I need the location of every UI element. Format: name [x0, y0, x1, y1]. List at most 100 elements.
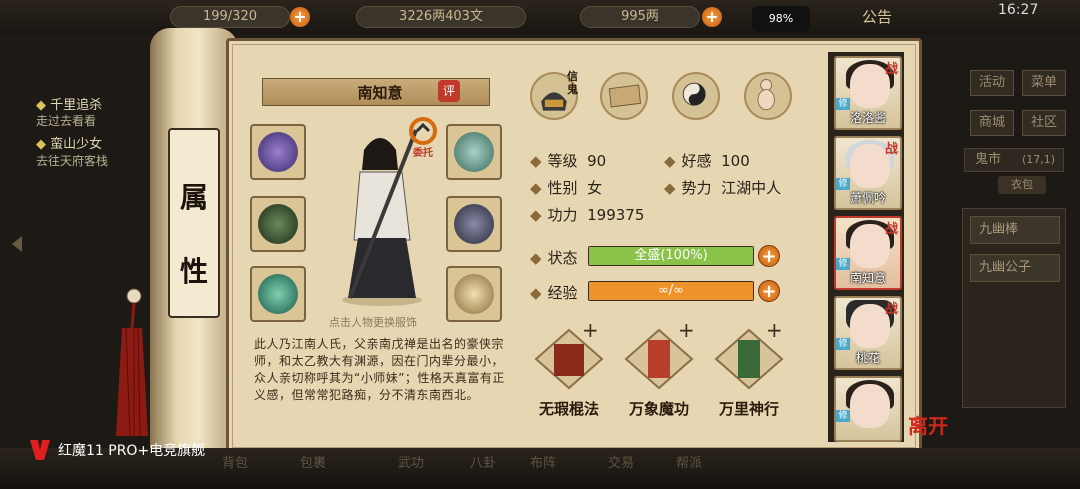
battle-tag: 战	[884, 142, 898, 157]
quest-1-title[interactable]: ◆ 千里追杀	[36, 94, 102, 113]
skill-1-upgrade-button[interactable]: +	[582, 318, 599, 342]
stat-faction-value: 江湖中人	[721, 179, 782, 197]
menu-button[interactable]: 菜单	[1022, 70, 1066, 96]
party-member-name: 萧佩吟	[849, 191, 886, 205]
stat-exp-label-text: 经验	[547, 284, 578, 302]
delegate-icon[interactable]	[408, 116, 438, 146]
restore-state-button[interactable]: +	[758, 245, 780, 267]
party-member-name: 洛洛酱	[849, 111, 886, 125]
stat-gender: ◆ 性别 女	[530, 177, 602, 198]
bottom-tab-7[interactable]: 帮派	[676, 452, 702, 471]
bottom-tab-6[interactable]: 交易	[608, 452, 634, 471]
armor-icon	[454, 204, 494, 244]
bottom-tab-1[interactable]: 背包	[222, 452, 248, 471]
stat-favor-label: 好感	[681, 152, 712, 170]
bag-label[interactable]: 衣包	[998, 176, 1046, 194]
party-member-3[interactable]: 战 修 南知意	[834, 216, 902, 290]
bottom-tab-5[interactable]: 布阵	[530, 452, 556, 471]
diamond-icon: ◆	[530, 152, 542, 170]
diamond-icon: ◆	[664, 179, 676, 197]
bottom-tab-3[interactable]: 武功	[398, 452, 424, 471]
equip-slot-hat[interactable]	[446, 124, 502, 180]
bagua-icon[interactable]	[672, 72, 720, 120]
exp-bar: ∞/∞	[588, 281, 754, 301]
stat-gender-label: 性别	[547, 179, 578, 197]
announcement-button[interactable]: 公告	[862, 6, 892, 27]
resource-money: 3226两403文	[356, 6, 526, 28]
diamond-icon: ◆	[530, 179, 542, 197]
hat-icon	[454, 132, 494, 172]
delegate-label: 委托	[413, 148, 433, 159]
bottom-tab-2[interactable]: 包裹	[300, 452, 326, 471]
cultivate-tag: 修	[836, 410, 850, 422]
battery-value: 98%	[768, 12, 794, 25]
stat-level-value: 90	[587, 152, 607, 170]
collapse-arrow-icon[interactable]	[12, 236, 22, 252]
state-bar-text: 全盛(100%)	[634, 248, 708, 263]
party-member-name: 桃花	[855, 351, 880, 365]
skill-2-upgrade-button[interactable]: +	[678, 318, 695, 342]
state-bar: 全盛(100%)	[588, 246, 754, 266]
device-watermark: 红魔11 PRO+电竞旗舰	[58, 443, 206, 459]
party-member-1[interactable]: 战 修 洛洛酱	[834, 56, 902, 130]
party-member-4[interactable]: 战 修 桃花	[834, 296, 902, 370]
party-member-5[interactable]: 修	[834, 376, 902, 442]
leave-button[interactable]: 离开	[908, 410, 948, 439]
tassel-icon	[116, 288, 148, 437]
map-icon[interactable]	[600, 72, 648, 120]
community-button[interactable]: 社区	[1022, 110, 1066, 136]
equip-slot-weapon-accessory[interactable]	[250, 124, 306, 180]
resource-stamina-value: 199/320	[202, 9, 257, 24]
stat-gender-value: 女	[587, 179, 603, 197]
system-clock: 16:27	[998, 2, 1039, 18]
resource-ingot: 995两	[580, 6, 700, 28]
resource-stamina: 199/320	[170, 6, 290, 28]
quest-2-title[interactable]: ◆ 蛮山少女	[36, 133, 102, 152]
character-name: 南知意	[357, 84, 403, 102]
stat-level-label: 等级	[547, 152, 578, 170]
ghost-market-coord: (17,1)	[1022, 153, 1056, 166]
stat-favor: ◆ 好感 100	[664, 150, 750, 171]
quest-2-title-text: 蛮山少女	[50, 137, 103, 152]
stat-faction: ◆ 势力 江湖中人	[664, 177, 781, 198]
quest-1-title-text: 千里追杀	[50, 98, 103, 113]
skill-3-upgrade-button[interactable]: +	[766, 318, 783, 342]
equip-slot-armor[interactable]	[446, 196, 502, 252]
equip-slot-necklace[interactable]	[446, 266, 502, 322]
change-outfit-hint: 点击人物更换服饰	[329, 316, 417, 329]
side-item-2[interactable]: 九幽公子	[970, 254, 1060, 282]
jade-ring-icon	[258, 274, 298, 314]
review-button[interactable]: 评	[438, 80, 460, 102]
yin-yang-icon	[682, 82, 706, 106]
stat-power-label: 功力	[547, 206, 578, 224]
stat-faction-label: 势力	[681, 179, 712, 197]
stat-state-label: ◆ 状态	[530, 247, 578, 268]
scroll-map-icon	[608, 84, 642, 108]
body-figure-icon	[757, 79, 775, 111]
redmagic-logo-icon	[30, 440, 50, 460]
meridian-icon[interactable]	[744, 72, 792, 120]
activity-button[interactable]: 活动	[970, 70, 1014, 96]
face	[850, 384, 890, 428]
diamond-icon: ◆	[530, 206, 542, 224]
battery-indicator: 98%	[752, 6, 810, 32]
battle-tag: 战	[884, 302, 898, 317]
resource-money-value: 3226两403文	[399, 9, 483, 24]
quest-2-sub: 去往天府客栈	[36, 154, 109, 168]
gem-bracer-icon	[258, 132, 298, 172]
skill-3-name: 万里神行	[718, 400, 779, 418]
add-ingot-button[interactable]: +	[702, 7, 722, 27]
add-exp-button[interactable]: +	[758, 280, 780, 302]
diamond-icon: ◆	[36, 137, 46, 152]
bottom-tab-4[interactable]: 八卦	[470, 452, 496, 471]
skill-1-name: 无瑕棍法	[538, 400, 599, 418]
resource-ingot-value: 995两	[621, 9, 659, 24]
shop-button[interactable]: 商城	[970, 110, 1014, 136]
party-member-2[interactable]: 战 修 萧佩吟	[834, 136, 902, 210]
quest-1-sub: 走过去看看	[36, 114, 97, 128]
equip-slot-weapon[interactable]	[250, 196, 306, 252]
character-bio: 此人乃江南人氏，父亲南戊禅是出名的豪侠宗师，和太乙教大有渊源，因在门内辈分最小，…	[254, 337, 505, 402]
scroll-title-char-1: 属	[179, 181, 208, 214]
side-item-1[interactable]: 九幽棒	[970, 216, 1060, 244]
add-stamina-button[interactable]: +	[290, 7, 310, 27]
